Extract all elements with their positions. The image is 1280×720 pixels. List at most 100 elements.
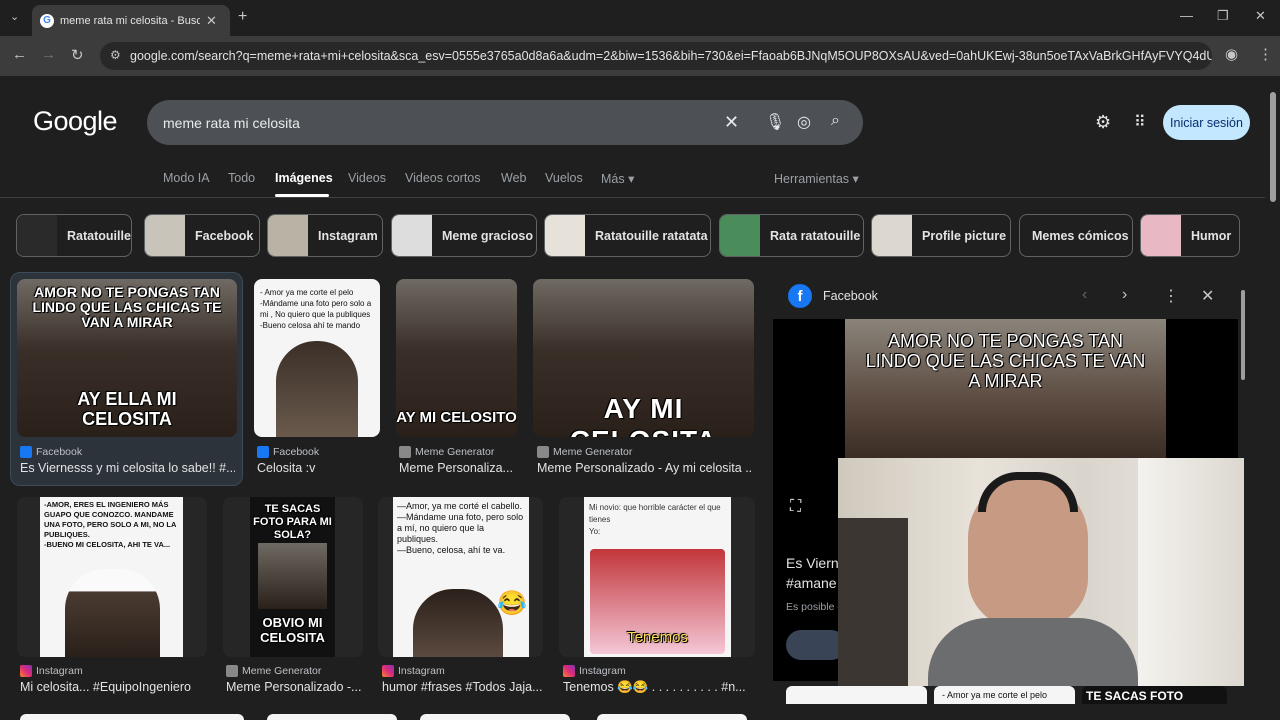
browser-tab[interactable]: G meme rata mi celosita - Buscar ✕ bbox=[32, 5, 230, 36]
related-thumb[interactable]: - Amor ya me corte el pelo bbox=[934, 686, 1075, 704]
tab-web[interactable]: Web bbox=[501, 171, 526, 185]
chip-rata-ratatouille[interactable]: Rata ratatouille bbox=[719, 214, 864, 257]
site-info-icon[interactable]: ⚙ bbox=[110, 48, 121, 62]
chip-memes-comicos[interactable]: Memes cómicos bbox=[1019, 214, 1133, 257]
instagram-icon bbox=[382, 665, 394, 677]
tab-search-icon[interactable]: ⌄ bbox=[10, 10, 19, 23]
result-image[interactable]: AY MI CELOSITA bbox=[533, 279, 754, 437]
scrollbar-thumb[interactable] bbox=[1270, 92, 1276, 202]
facebook-icon bbox=[257, 446, 269, 458]
chip-instagram[interactable]: Instagram bbox=[267, 214, 383, 257]
memegenerator-icon bbox=[399, 446, 411, 458]
microphone-icon[interactable]: 🎙 bbox=[765, 112, 785, 132]
apps-grid-icon[interactable]: ⠿ bbox=[1134, 112, 1146, 132]
result-image-partial[interactable] bbox=[20, 714, 244, 720]
result-source[interactable]: Facebook bbox=[257, 446, 319, 458]
chip-thumbnail bbox=[872, 215, 912, 256]
tab-title: meme rata mi celosita - Buscar bbox=[60, 14, 200, 27]
result-image[interactable]: Mi novio: que horrible carácter el que t… bbox=[559, 497, 755, 657]
clear-icon[interactable]: ✕ bbox=[724, 112, 739, 133]
related-thumb[interactable] bbox=[786, 686, 927, 704]
result-image[interactable]: - Amor ya me corte el pelo -Mándame una … bbox=[254, 279, 380, 437]
result-source[interactable]: Meme Generator bbox=[226, 665, 321, 677]
result-image-partial[interactable] bbox=[597, 714, 747, 720]
preview-image[interactable]: AMOR NO TE PONGAS TAN LINDO QUE LAS CHIC… bbox=[845, 319, 1166, 458]
signin-button[interactable]: Iniciar sesión bbox=[1163, 105, 1250, 140]
tab-mas[interactable]: Más ▾ bbox=[601, 171, 634, 186]
result-source[interactable]: Instagram bbox=[20, 665, 83, 677]
result-caption[interactable]: Tenemos 😂😂 . . . . . . . . . . #n... bbox=[563, 680, 753, 695]
tab-imagenes[interactable]: Imágenes bbox=[275, 171, 333, 185]
google-logo[interactable]: Google bbox=[33, 106, 118, 137]
result-caption[interactable]: Meme Personalizado - Ay mi celosita ... bbox=[537, 461, 752, 475]
result-source[interactable]: Facebook bbox=[20, 446, 82, 458]
maximize-icon[interactable]: ❐ bbox=[1217, 8, 1229, 24]
shelf bbox=[838, 518, 908, 686]
tools-button[interactable]: Herramientas ▾ bbox=[774, 171, 859, 186]
facebook-icon: f bbox=[788, 284, 812, 308]
related-thumb[interactable]: TE SACAS FOTO bbox=[1082, 686, 1227, 704]
result-source[interactable]: Instagram bbox=[563, 665, 626, 677]
tab-close-icon[interactable]: ✕ bbox=[206, 13, 217, 29]
result-image[interactable]: -AMOR, ERES EL INGENIERO MÁS GUAPO QUE C… bbox=[17, 497, 207, 657]
minimize-icon[interactable]: — bbox=[1180, 8, 1193, 23]
forward-icon[interactable]: → bbox=[41, 46, 56, 63]
profile-icon[interactable]: ◉ bbox=[1225, 45, 1238, 63]
more-options-icon[interactable]: ⋮ bbox=[1163, 286, 1179, 306]
result-image[interactable]: —Amor, ya me corté el cabello. —Mándame … bbox=[378, 497, 543, 657]
scrollbar[interactable] bbox=[1266, 76, 1280, 720]
panel-title[interactable]: Es Viern #amane bbox=[786, 553, 839, 593]
result-image-partial[interactable] bbox=[267, 714, 397, 720]
address-bar[interactable]: ⚙ google.com/search?q=meme+rata+mi+celos… bbox=[100, 42, 1212, 70]
tab-modo-ia[interactable]: Modo IA bbox=[163, 171, 210, 185]
new-tab-button[interactable]: + bbox=[238, 8, 247, 26]
result-image-partial[interactable] bbox=[420, 714, 570, 720]
result-caption[interactable]: humor #frases #Todos Jaja... bbox=[382, 680, 542, 694]
menu-dots-icon[interactable]: ⋮ bbox=[1258, 45, 1273, 63]
next-icon[interactable]: › bbox=[1122, 286, 1127, 304]
chip-profile-picture[interactable]: Profile picture bbox=[871, 214, 1011, 257]
chip-thumbnail bbox=[392, 215, 432, 256]
close-panel-icon[interactable]: ✕ bbox=[1201, 286, 1214, 306]
result-caption[interactable]: Es Viernesss y mi celosita lo sabe!! #..… bbox=[20, 461, 235, 475]
result-caption[interactable]: Celosita :v bbox=[257, 461, 382, 475]
result-caption[interactable]: Mi celosita... #EquipoIngeniero bbox=[20, 680, 210, 694]
result-caption[interactable]: Meme Personaliza... bbox=[399, 461, 517, 475]
prev-icon[interactable]: ‹ bbox=[1082, 286, 1087, 304]
lens-search-icon[interactable]: ⛶ bbox=[790, 498, 801, 516]
tab-videos-cortos[interactable]: Videos cortos bbox=[405, 171, 481, 185]
panel-subtitle: Es posible c bbox=[786, 601, 843, 613]
settings-gear-icon[interactable]: ⚙ bbox=[1095, 112, 1111, 133]
curtain bbox=[1138, 458, 1244, 686]
chip-thumbnail bbox=[545, 215, 585, 256]
panel-scrollbar-thumb[interactable] bbox=[1241, 290, 1245, 380]
lens-icon[interactable]: ◎ bbox=[797, 112, 811, 132]
search-icon[interactable]: ⌕ bbox=[831, 112, 840, 130]
result-source[interactable]: Meme Generator bbox=[399, 446, 494, 458]
result-source[interactable]: Instagram bbox=[382, 665, 445, 677]
visit-button[interactable] bbox=[786, 630, 846, 660]
result-image[interactable]: TE SACAS FOTO PARA MI SOLA? OBVIO MI CEL… bbox=[223, 497, 363, 657]
result-source[interactable]: Meme Generator bbox=[537, 446, 632, 458]
rat-photo bbox=[276, 341, 358, 437]
result-image[interactable]: AMOR NO TE PONGAS TAN LINDO QUE LAS CHIC… bbox=[17, 279, 237, 437]
reload-icon[interactable]: ↻ bbox=[71, 46, 84, 64]
instagram-icon bbox=[20, 665, 32, 677]
chip-ratatouille[interactable]: Ratatouille bbox=[16, 214, 132, 257]
person-shirt bbox=[928, 618, 1138, 686]
search-input[interactable]: meme rata mi celosita bbox=[147, 100, 863, 145]
facebook-icon bbox=[20, 446, 32, 458]
tab-videos[interactable]: Videos bbox=[348, 171, 386, 185]
result-image[interactable]: AY MI CELOSITO bbox=[396, 279, 517, 437]
back-icon[interactable]: ← bbox=[12, 46, 27, 63]
url-text: google.com/search?q=meme+rata+mi+celosit… bbox=[130, 49, 1212, 63]
tab-vuelos[interactable]: Vuelos bbox=[545, 171, 583, 185]
chip-meme-gracioso[interactable]: Meme gracioso bbox=[391, 214, 537, 257]
chip-facebook[interactable]: Facebook bbox=[144, 214, 260, 257]
panel-source[interactable]: Facebook bbox=[823, 289, 878, 303]
chip-ratatouille-ratatata[interactable]: Ratatouille ratatata bbox=[544, 214, 711, 257]
result-caption[interactable]: Meme Personalizado -... bbox=[226, 680, 361, 694]
chip-humor[interactable]: Humor bbox=[1140, 214, 1240, 257]
window-close-icon[interactable]: ✕ bbox=[1255, 8, 1266, 24]
tab-todo[interactable]: Todo bbox=[228, 171, 255, 185]
